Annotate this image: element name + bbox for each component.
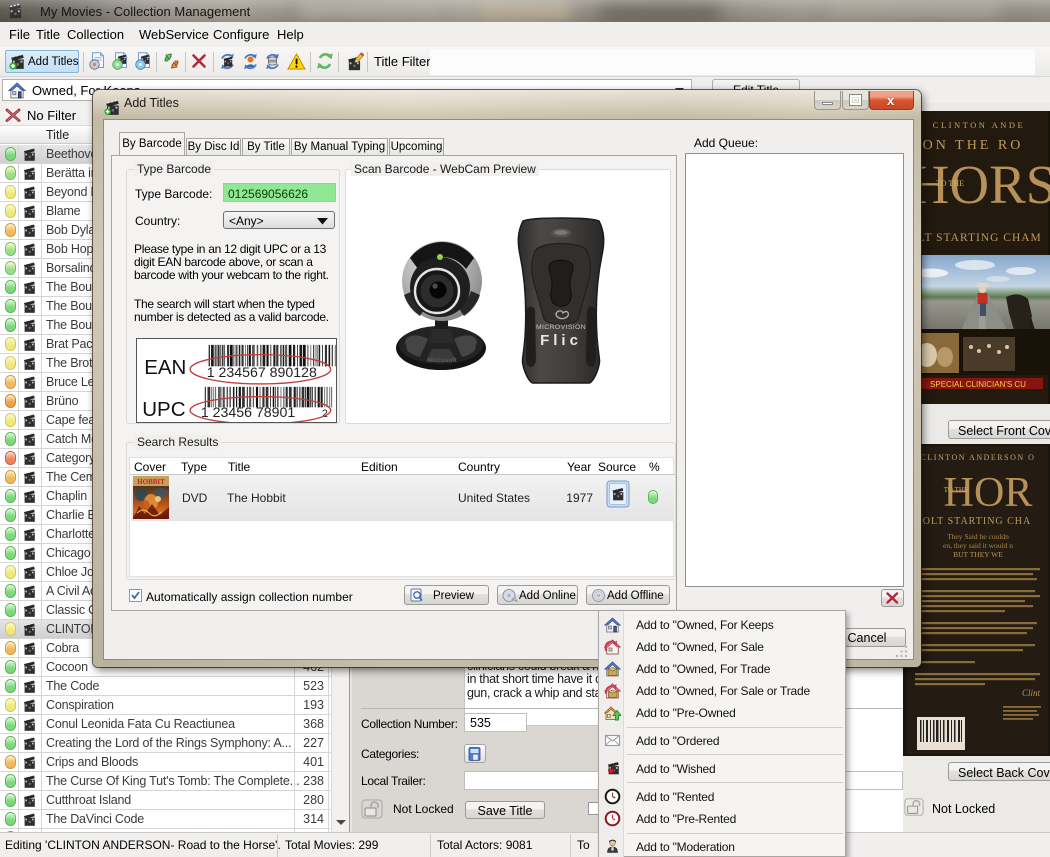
svg-text:1 234567 890128: 1 234567 890128 [207, 364, 317, 380]
svg-text:EAN: EAN [144, 356, 186, 379]
svg-text:1 23456 78901: 1 23456 78901 [201, 404, 296, 420]
svg-text:UPC: UPC [142, 398, 185, 421]
